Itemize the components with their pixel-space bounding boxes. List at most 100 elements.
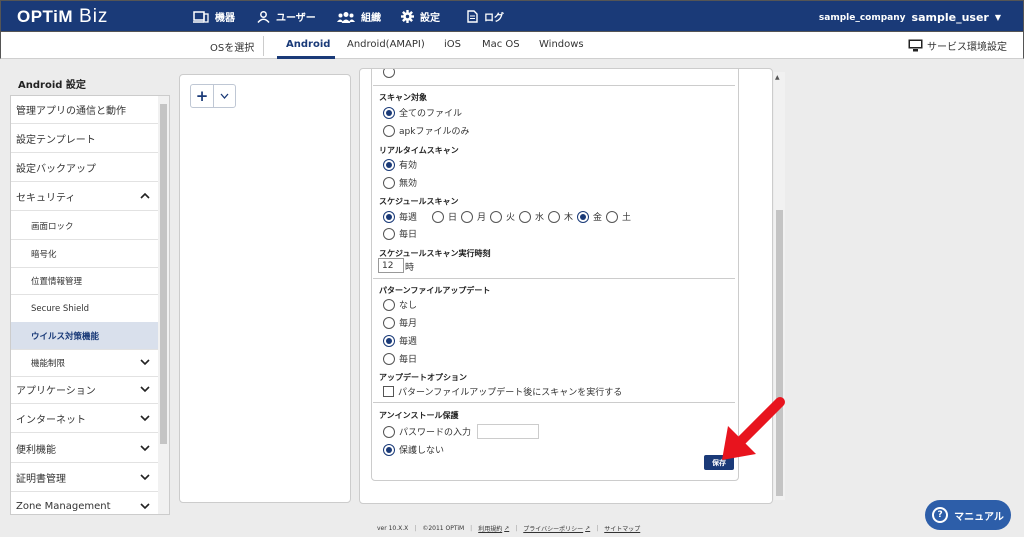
divider xyxy=(373,278,735,279)
sidebar-item-encryption[interactable]: 暗号化 xyxy=(11,240,159,268)
terms-link[interactable]: 利用規約 ↗ xyxy=(478,524,509,533)
service-settings-link[interactable]: サービス環境設定 xyxy=(908,38,1007,53)
add-dropdown-button[interactable] xyxy=(214,85,235,107)
schedule-scan-title: スケジュールスキャン xyxy=(379,197,459,206)
nav-item-users[interactable]: ユーザー xyxy=(257,1,316,32)
privacy-link[interactable]: プライバシーポリシー ↗ xyxy=(523,524,590,533)
sitemap-link[interactable]: サイトマップ xyxy=(604,524,640,533)
nav-item-devices[interactable]: 機器 xyxy=(193,1,235,32)
tab-ios[interactable]: iOS xyxy=(444,39,461,50)
divider xyxy=(373,85,735,86)
company-name: sample_company xyxy=(818,12,906,23)
tab-android-amapi[interactable]: Android(AMAPI) xyxy=(347,39,425,50)
sidebar-item-security[interactable]: セキュリティ xyxy=(11,183,159,211)
pattern-none-option[interactable]: なし xyxy=(383,298,417,311)
group-icon xyxy=(337,11,355,23)
red-arrow-annotation xyxy=(722,397,785,460)
optim-biz-logo[interactable]: OPTiM Biz xyxy=(17,6,108,28)
radio-selected[interactable] xyxy=(383,106,395,119)
version-text: ver 10.X.X xyxy=(377,525,409,532)
realtime-on-option[interactable]: 有効 xyxy=(383,158,417,171)
divider xyxy=(373,402,735,403)
sidebar-title: Android 設定 xyxy=(18,80,86,91)
uninstall-none-option[interactable]: 保護しない xyxy=(383,443,444,456)
top-navigation-bar: OPTiM Biz 機器 ユーザー 組織 設定 ログ sample_company… xyxy=(0,0,1024,32)
schedule-weekly-option[interactable]: 毎週 xyxy=(383,210,417,223)
external-link-icon: ↗ xyxy=(585,525,591,532)
sidebar-item-location[interactable]: 位置情報管理 xyxy=(11,267,159,295)
day-sunday-option[interactable]: 日 xyxy=(432,210,457,223)
scan-target-all-option[interactable]: 全てのファイル xyxy=(383,106,462,119)
pattern-weekly-option[interactable]: 毎週 xyxy=(383,334,417,347)
hour-unit-label: 時 xyxy=(405,263,415,273)
nav-item-logs[interactable]: ログ xyxy=(467,1,504,32)
schedule-daily-option[interactable]: 毎日 xyxy=(383,227,417,240)
sidebar-item-certificates[interactable]: 証明書管理 xyxy=(11,464,159,492)
chevron-down-icon xyxy=(220,93,229,99)
scan-target-apk-option[interactable]: apkファイルのみ xyxy=(383,124,469,137)
account-menu[interactable]: sample_company sample_user ▼ xyxy=(819,11,1001,24)
antivirus-settings-form: スキャン対象 全てのファイル apkファイルのみ リアルタイムスキャン 有効 無… xyxy=(371,69,739,481)
monitor-icon xyxy=(908,39,923,52)
sidebar-item-restrictions[interactable]: 機能制限 xyxy=(11,349,159,377)
user-name: sample_user xyxy=(911,11,989,24)
nav-item-organization[interactable]: 組織 xyxy=(337,1,381,32)
realtime-off-option[interactable]: 無効 xyxy=(383,176,417,189)
chevron-down-icon xyxy=(140,503,150,510)
uninstall-password-option[interactable]: パスワードの入力 xyxy=(383,424,540,439)
sidebar-item-applications[interactable]: アプリケーション xyxy=(11,376,159,404)
nav-item-label: 機器 xyxy=(215,13,235,24)
scan-after-update-checkbox[interactable]: パターンファイルアップデート後にスキャンを実行する xyxy=(383,385,622,398)
nav-item-settings[interactable]: 設定 xyxy=(401,1,440,32)
sidebar-item-internet[interactable]: インターネット xyxy=(11,405,159,433)
sidebar-item-zone-management[interactable]: Zone Management xyxy=(11,493,159,514)
tab-windows[interactable]: Windows xyxy=(539,39,584,50)
chevron-down-icon xyxy=(140,386,150,393)
external-link-icon: ↗ xyxy=(504,525,510,532)
scrollbar-thumb[interactable] xyxy=(160,104,167,444)
chevron-down-icon xyxy=(140,445,150,452)
pattern-daily-option[interactable]: 毎日 xyxy=(383,352,417,365)
caret-down-icon: ▼ xyxy=(994,13,1001,22)
radio[interactable] xyxy=(383,124,395,137)
sidebar-item-antivirus[interactable]: ウイルス対策機能 xyxy=(11,322,159,350)
gear-icon xyxy=(401,10,414,23)
day-tuesday-option[interactable]: 火 xyxy=(490,210,515,223)
sidebar-item-screen-lock[interactable]: 画面ロック xyxy=(11,212,159,240)
sidebar-item-utilities[interactable]: 便利機能 xyxy=(11,435,159,463)
sidebar-item-templates[interactable]: 設定テンプレート xyxy=(11,125,159,153)
sidebar-item-backup[interactable]: 設定バックアップ xyxy=(11,154,159,182)
update-option-title: アップデートオプション xyxy=(379,373,467,382)
day-friday-option[interactable]: 金 xyxy=(577,210,602,223)
sidebar-scrollbar[interactable] xyxy=(158,96,169,514)
os-selector-bar: OSを選択 Android Android(AMAPI) iOS Mac OS … xyxy=(0,32,1024,59)
settings-panel: スキャン対象 全てのファイル apkファイルのみ リアルタイムスキャン 有効 無… xyxy=(359,68,773,504)
day-thursday-option[interactable]: 木 xyxy=(548,210,573,223)
uninstall-protection-title: アンインストール保護 xyxy=(379,411,459,420)
tab-android[interactable]: Android xyxy=(286,39,330,50)
divider xyxy=(263,36,264,56)
sidebar-item-app-comm[interactable]: 管理アプリの通信と動作 xyxy=(11,96,159,124)
scroll-up-arrow-icon[interactable]: ▲ xyxy=(775,74,780,81)
day-monday-option[interactable]: 月 xyxy=(461,210,486,223)
chevron-down-icon xyxy=(140,415,150,422)
nav-item-label: ユーザー xyxy=(276,13,316,24)
realtime-scan-title: リアルタイムスキャン xyxy=(379,146,459,155)
nav-item-label: ログ xyxy=(484,13,504,24)
device-icon xyxy=(193,10,209,23)
manual-button[interactable]: ? マニュアル xyxy=(925,500,1011,530)
tab-macos[interactable]: Mac OS xyxy=(482,39,520,50)
service-settings-label: サービス環境設定 xyxy=(927,42,1007,53)
password-input[interactable] xyxy=(477,424,540,439)
radio-partial[interactable] xyxy=(383,69,395,78)
os-select-label: OSを選択 xyxy=(210,43,255,54)
pattern-update-title: パターンファイルアップデート xyxy=(379,286,491,295)
sidebar-item-secure-shield[interactable]: Secure Shield xyxy=(11,295,159,323)
day-wednesday-option[interactable]: 水 xyxy=(519,210,544,223)
nav-item-label: 設定 xyxy=(420,13,440,24)
selected-tab-indicator xyxy=(277,56,335,59)
schedule-hour-input[interactable]: 12 xyxy=(378,258,404,273)
pattern-monthly-option[interactable]: 毎月 xyxy=(383,316,417,329)
add-button[interactable]: + xyxy=(191,85,214,107)
day-saturday-option[interactable]: 土 xyxy=(606,210,631,223)
